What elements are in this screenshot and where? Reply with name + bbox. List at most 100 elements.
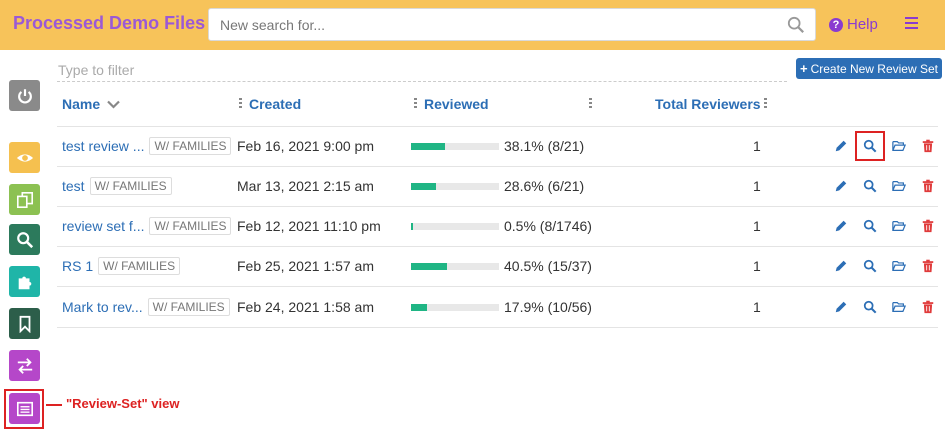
reviewed-cell: 0.5% (8/1746) xyxy=(411,206,592,246)
review-set-callout: "Review-Set" view xyxy=(66,396,180,411)
created-cell: Feb 12, 2021 11:10 pm xyxy=(237,218,381,234)
column-header-reviewed[interactable]: Reviewed xyxy=(424,96,489,112)
reviewers-cell: 1 xyxy=(753,299,761,315)
filter-input[interactable] xyxy=(57,58,787,82)
table-row[interactable]: RS 1 W/ FAMILIES Feb 25, 2021 1:57 am 40… xyxy=(57,246,938,286)
reviewed-text: 38.1% (8/21) xyxy=(504,138,585,154)
edit-pencil-icon[interactable] xyxy=(832,137,850,155)
search-icon[interactable] xyxy=(861,298,879,316)
edit-pencil-icon[interactable] xyxy=(832,298,850,316)
progress-bar xyxy=(411,303,499,311)
delete-trash-icon[interactable] xyxy=(919,177,937,195)
reviewers-cell: 1 xyxy=(753,258,761,274)
name-cell: test W/ FAMILIES xyxy=(62,166,172,206)
table-row[interactable]: test W/ FAMILIES Mar 13, 2021 2:15 am 28… xyxy=(57,166,938,206)
name-cell: RS 1 W/ FAMILIES xyxy=(62,246,181,286)
active-view-highlight xyxy=(4,389,44,429)
delete-trash-icon[interactable] xyxy=(919,217,937,235)
help-link[interactable]: ? Help xyxy=(829,16,878,33)
question-circle-icon: ? xyxy=(829,17,843,32)
families-badge: W/ FAMILIES xyxy=(89,177,172,195)
table-row[interactable]: review set f... W/ FAMILIES Feb 12, 2021… xyxy=(57,206,938,246)
top-bar: Processed Demo Files ? Help xyxy=(0,0,945,50)
create-review-set-label: Create New Review Set xyxy=(810,61,938,76)
create-review-set-button[interactable]: + Create New Review Set xyxy=(796,58,942,79)
sidebar xyxy=(0,50,50,431)
hamburger-menu-icon[interactable] xyxy=(905,17,918,31)
reviewers-cell: 1 xyxy=(753,138,761,154)
created-cell: Feb 16, 2021 9:00 pm xyxy=(237,138,374,154)
swap-arrows-icon[interactable] xyxy=(9,350,40,381)
edit-pencil-icon[interactable] xyxy=(832,257,850,275)
column-header-created[interactable]: Created xyxy=(249,96,301,112)
progress-bar xyxy=(411,222,499,230)
families-badge: W/ FAMILIES xyxy=(98,257,181,275)
search-icon[interactable] xyxy=(861,177,879,195)
search-icon[interactable] xyxy=(861,217,879,235)
search-box[interactable] xyxy=(208,8,816,41)
name-cell: Mark to rev... W/ FAMILIES xyxy=(62,287,230,327)
progress-fill xyxy=(411,142,445,150)
open-folder-icon[interactable] xyxy=(890,257,908,275)
reviewers-cell: 1 xyxy=(753,178,761,194)
reviewed-text: 0.5% (8/1746) xyxy=(504,218,592,234)
copy-files-icon[interactable] xyxy=(9,184,40,215)
table-row[interactable]: test review ... W/ FAMILIES Feb 16, 2021… xyxy=(57,126,938,166)
name-cell: test review ... W/ FAMILIES xyxy=(62,126,232,166)
search-icon[interactable] xyxy=(861,257,879,275)
progress-fill xyxy=(411,303,427,311)
open-folder-icon[interactable] xyxy=(890,137,908,155)
reviewers-cell: 1 xyxy=(753,218,761,234)
progress-fill xyxy=(411,222,413,230)
callout-line xyxy=(46,404,62,406)
open-folder-icon[interactable] xyxy=(890,177,908,195)
created-cell: Mar 13, 2021 2:15 am xyxy=(237,178,374,194)
table-row[interactable]: Mark to rev... W/ FAMILIES Feb 24, 2021 … xyxy=(57,287,938,327)
reviewed-cell: 38.1% (8/21) xyxy=(411,126,584,166)
families-badge: W/ FAMILIES xyxy=(147,298,230,316)
reviewed-text: 40.5% (15/37) xyxy=(504,258,592,274)
delete-trash-icon[interactable] xyxy=(919,137,937,155)
search-button-highlight xyxy=(855,131,885,161)
review-set-name-link[interactable]: test review ... xyxy=(62,138,144,154)
progress-bar xyxy=(411,142,499,150)
review-set-name-link[interactable]: test xyxy=(62,178,85,194)
column-resize-grip[interactable] xyxy=(764,98,767,110)
search-icon[interactable] xyxy=(9,224,40,255)
review-set-name-link[interactable]: review set f... xyxy=(62,218,144,234)
edit-pencil-icon[interactable] xyxy=(832,177,850,195)
reviewed-text: 17.9% (10/56) xyxy=(504,299,592,315)
delete-trash-icon[interactable] xyxy=(919,298,937,316)
open-folder-icon[interactable] xyxy=(890,217,908,235)
families-badge: W/ FAMILIES xyxy=(149,217,232,235)
chevron-down-icon xyxy=(107,100,120,109)
search-input[interactable] xyxy=(209,9,769,40)
edit-pencil-icon[interactable] xyxy=(832,217,850,235)
families-badge: W/ FAMILIES xyxy=(149,137,232,155)
table-divider xyxy=(57,327,938,328)
created-cell: Feb 25, 2021 1:57 am xyxy=(237,258,374,274)
reviewed-cell: 17.9% (10/56) xyxy=(411,287,592,327)
review-set-name-link[interactable]: Mark to rev... xyxy=(62,299,143,315)
column-resize-grip[interactable] xyxy=(239,98,242,110)
puzzle-icon[interactable] xyxy=(9,266,40,297)
search-icon[interactable] xyxy=(787,16,805,34)
plus-icon: + xyxy=(800,61,808,76)
review-set-name-link[interactable]: RS 1 xyxy=(62,258,93,274)
column-resize-grip[interactable] xyxy=(589,98,592,110)
help-label: Help xyxy=(847,16,878,33)
app-title[interactable]: Processed Demo Files xyxy=(13,13,205,34)
column-header-name[interactable]: Name xyxy=(62,96,120,112)
reviewed-text: 28.6% (6/21) xyxy=(504,178,585,194)
reviewed-cell: 28.6% (6/21) xyxy=(411,166,584,206)
created-cell: Feb 24, 2021 1:58 am xyxy=(237,299,374,315)
open-folder-icon[interactable] xyxy=(890,298,908,316)
progress-bar xyxy=(411,182,499,190)
delete-trash-icon[interactable] xyxy=(919,257,937,275)
progress-fill xyxy=(411,262,447,270)
column-resize-grip[interactable] xyxy=(414,98,417,110)
eye-icon[interactable] xyxy=(9,142,40,173)
power-icon[interactable] xyxy=(9,80,40,111)
column-header-total-reviewers[interactable]: Total Reviewers xyxy=(655,96,761,112)
bookmark-icon[interactable] xyxy=(9,308,40,339)
